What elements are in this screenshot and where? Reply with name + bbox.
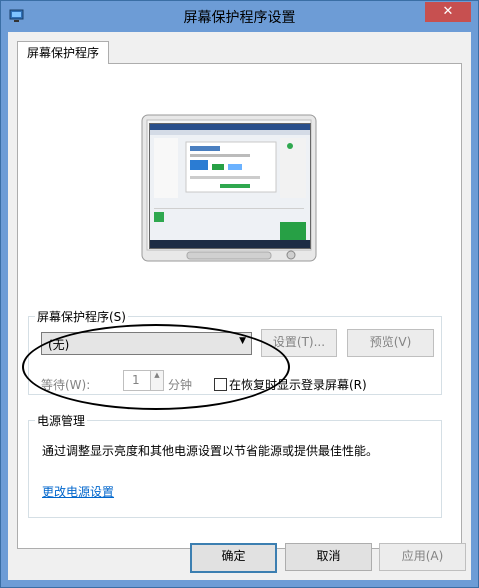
monitor-preview bbox=[141, 114, 317, 264]
resume-logon-checkbox[interactable] bbox=[214, 378, 227, 391]
apply-button[interactable]: 应用(A) bbox=[379, 543, 466, 571]
screensaver-settings-window: 屏幕保护程序设置 ✕ 屏幕保护程序 屏幕保护程序(S) (无) ▼ 设置(T).… bbox=[0, 0, 479, 588]
close-button[interactable]: ✕ bbox=[425, 2, 471, 22]
minutes-label: 分钟 bbox=[168, 378, 193, 392]
stepper-up-icon[interactable]: ▲ bbox=[150, 371, 163, 390]
wait-label: 等待(W): bbox=[41, 378, 91, 392]
desktop-thumbnail bbox=[149, 123, 311, 249]
screensaver-group-label: 屏幕保护程序(S) bbox=[37, 310, 126, 324]
wait-minutes-stepper[interactable]: 1 ▲ bbox=[123, 370, 164, 391]
power-management-group: 电源管理 bbox=[28, 412, 442, 518]
resume-logon-label[interactable]: 在恢复时显示登录屏幕(R) bbox=[229, 376, 367, 393]
desktop-screenshot-image bbox=[150, 124, 310, 248]
wait-minutes-value: 1 bbox=[132, 373, 140, 387]
preview-button[interactable]: 预览(V) bbox=[347, 329, 434, 357]
chevron-down-icon: ▼ bbox=[239, 336, 246, 346]
screensaver-select-value: (无) bbox=[48, 338, 70, 352]
dialog-body: 屏幕保护程序 屏幕保护程序(S) (无) ▼ 设置(T)... 预览(V) 等待… bbox=[8, 32, 471, 580]
cancel-button[interactable]: 取消 bbox=[285, 543, 372, 571]
settings-button[interactable]: 设置(T)... bbox=[261, 329, 337, 357]
screensaver-select[interactable]: (无) ▼ bbox=[41, 332, 252, 355]
change-power-settings-link[interactable]: 更改电源设置 bbox=[42, 483, 114, 500]
title-bar[interactable]: 屏幕保护程序设置 ✕ bbox=[1, 1, 478, 32]
window-title: 屏幕保护程序设置 bbox=[183, 10, 296, 26]
tab-screensaver[interactable]: 屏幕保护程序 bbox=[17, 41, 109, 64]
power-group-label: 电源管理 bbox=[37, 414, 86, 428]
power-description: 通过调整显示亮度和其他电源设置以节省能源或提供最佳性能。 bbox=[42, 444, 379, 458]
ok-button[interactable]: 确定 bbox=[190, 543, 277, 573]
